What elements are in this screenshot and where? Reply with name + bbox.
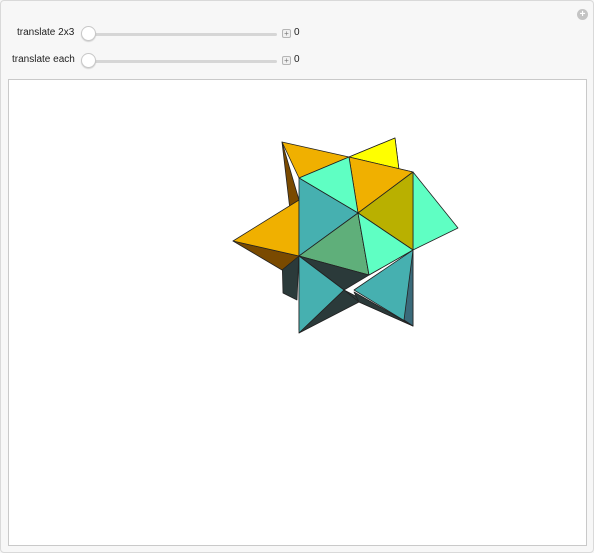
translate-each-slider-thumb[interactable] [81,53,96,68]
control-translate-2x3: translate 2x3 + 0 [1,24,321,44]
translate-each-label: translate each [12,54,75,65]
translate-each-value: 0 [294,54,300,65]
manipulate-panel: + translate 2x3 + 0 translate each + 0 [0,0,594,553]
control-translate-each: translate each + 0 [1,51,321,71]
3d-graphics-viewport[interactable] [8,79,587,546]
stellated-polyhedron-graphic [232,137,459,334]
translate-2x3-slider-thumb[interactable] [81,26,96,41]
translate-2x3-slider-track[interactable] [85,33,277,36]
translate-each-slider-track[interactable] [85,60,277,63]
expand-options-icon[interactable]: + [577,9,588,20]
face-aqua-right-spike [412,171,459,251]
translate-2x3-label: translate 2x3 [17,27,75,38]
translate-2x3-expand-icon[interactable]: + [282,29,291,38]
translate-2x3-value: 0 [294,27,300,38]
face-orange-left [232,199,300,257]
translate-each-expand-icon[interactable]: + [282,56,291,65]
